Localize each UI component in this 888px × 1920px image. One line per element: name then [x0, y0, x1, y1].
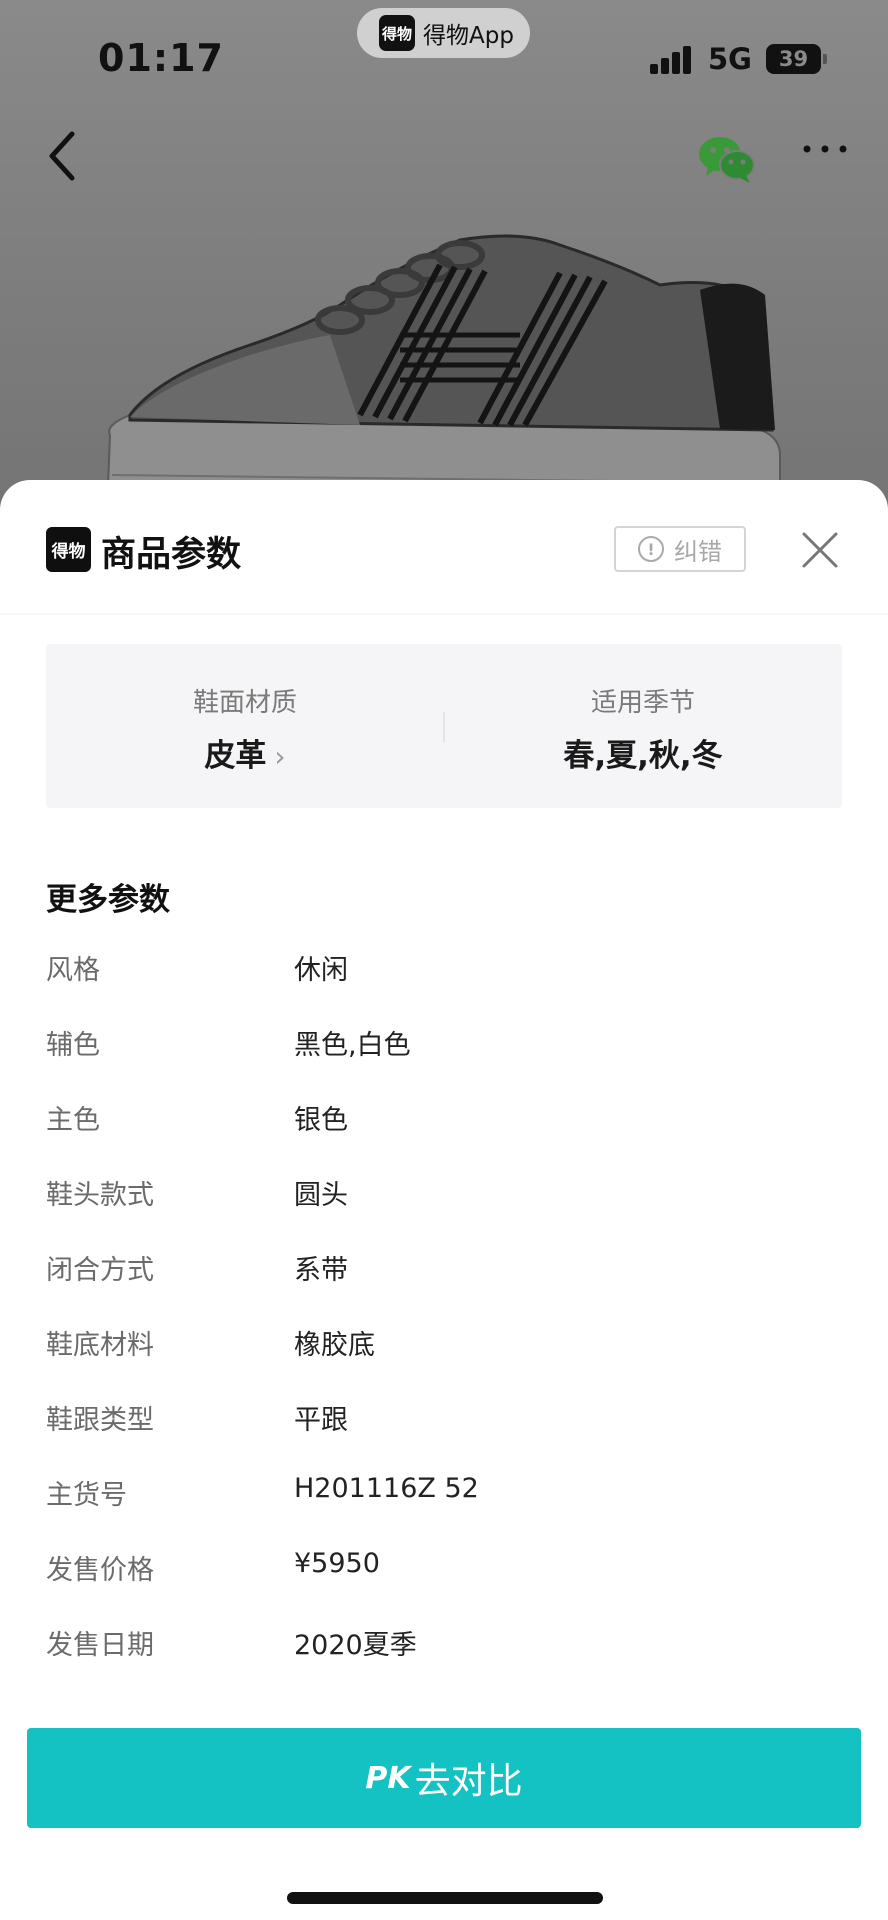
- more-params-title: 更多参数: [46, 882, 170, 918]
- status-bar: 01:17 得物 得物App 5G 39: [0, 0, 888, 110]
- chevron-left-icon: [49, 131, 75, 181]
- param-row: 闭合方式 系带: [46, 1238, 842, 1313]
- key-params-panel: 鞋面材质 皮革 › 适用季节 春,夏,秋,冬: [46, 644, 842, 808]
- param-row: 主色 银色: [46, 1088, 842, 1163]
- dewu-logo-icon: 得物: [46, 527, 91, 572]
- param-key: 鞋头款式: [46, 1180, 154, 1211]
- close-button[interactable]: [800, 530, 840, 570]
- app-indicator-pill[interactable]: 得物 得物App: [357, 8, 530, 58]
- more-dots-icon: [803, 145, 847, 153]
- chevron-right-icon: ›: [274, 740, 286, 773]
- param-row: 鞋底材料 橡胶底: [46, 1313, 842, 1388]
- product-shoe-image: [106, 234, 781, 511]
- param-row: 风格 休闲: [46, 938, 842, 1013]
- sheet-title: 商品参数: [101, 535, 242, 575]
- compare-label: 去对比: [414, 1761, 523, 1802]
- param-value: 平跟: [294, 1405, 348, 1436]
- battery-level: 39: [778, 47, 809, 71]
- param-row: 发售价格 ¥5950: [46, 1538, 842, 1613]
- param-key: 发售日期: [46, 1630, 154, 1661]
- key-param-upper-material[interactable]: 鞋面材质 皮革 ›: [46, 644, 444, 808]
- param-row: 发售日期 2020夏季: [46, 1613, 842, 1688]
- param-value: 2020夏季: [294, 1630, 417, 1661]
- wechat-icon: [699, 137, 755, 183]
- param-value: 系带: [294, 1255, 348, 1286]
- product-image-area: 01:17 得物 得物App 5G 39: [0, 0, 888, 520]
- param-value: H201116Z 52: [294, 1473, 479, 1504]
- app-name: 得物App: [423, 23, 514, 49]
- key-param-value: 春,夏,秋,冬: [563, 738, 723, 774]
- status-time: 01:17: [98, 36, 224, 80]
- more-options-button[interactable]: [800, 136, 850, 176]
- param-value: 黑色,白色: [294, 1030, 411, 1061]
- battery-icon: 39: [766, 44, 827, 74]
- param-value: ¥5950: [294, 1548, 380, 1579]
- param-key: 主色: [46, 1105, 100, 1136]
- param-key: 鞋跟类型: [46, 1405, 154, 1436]
- home-indicator[interactable]: [287, 1892, 603, 1904]
- close-icon: [802, 532, 838, 568]
- report-error-label: 纠错: [674, 537, 722, 566]
- app-logo-icon: 得物: [379, 15, 415, 51]
- pk-label: PK: [365, 1760, 411, 1796]
- pk-compare-button[interactable]: PK 去对比: [27, 1728, 861, 1828]
- param-value: 圆头: [294, 1180, 348, 1211]
- back-button[interactable]: [40, 126, 90, 186]
- param-row: 主货号 H201116Z 52: [46, 1463, 842, 1538]
- param-key: 鞋底材料: [46, 1330, 154, 1361]
- product-params-sheet: 得物 商品参数 ! 纠错 鞋面材质 皮革 › 适用季节 春,夏,秋,冬 更多参数 …: [0, 480, 888, 1920]
- param-key: 发售价格: [46, 1555, 154, 1586]
- key-param-label: 适用季节: [590, 688, 695, 718]
- key-param-season: 适用季节 春,夏,秋,冬: [444, 644, 842, 808]
- signal-icon: [650, 44, 694, 74]
- param-key: 闭合方式: [46, 1255, 154, 1286]
- param-value: 橡胶底: [294, 1330, 375, 1361]
- param-value: 银色: [294, 1105, 348, 1136]
- param-row: 鞋头款式 圆头: [46, 1163, 842, 1238]
- param-row: 辅色 黑色,白色: [46, 1013, 842, 1088]
- sheet-header: 得物 商品参数 ! 纠错: [0, 480, 888, 615]
- param-key: 主货号: [46, 1480, 127, 1511]
- param-value: 休闲: [294, 955, 348, 986]
- param-key: 风格: [46, 955, 100, 986]
- header-divider: [0, 613, 888, 615]
- param-row: 鞋跟类型 平跟: [46, 1388, 842, 1463]
- report-error-button[interactable]: ! 纠错: [614, 526, 746, 572]
- key-param-value-text: 皮革: [204, 738, 267, 774]
- key-param-value: 皮革 ›: [46, 730, 444, 775]
- exclamation-circle-icon: !: [638, 536, 664, 562]
- network-type: 5G: [708, 42, 752, 76]
- key-param-label: 鞋面材质: [192, 688, 297, 718]
- params-list: 风格 休闲辅色 黑色,白色主色 银色鞋头款式 圆头闭合方式 系带鞋底材料 橡胶底鞋跟类型 平跟…: [46, 938, 842, 1688]
- wechat-share-button[interactable]: [698, 134, 756, 184]
- param-key: 辅色: [46, 1030, 100, 1061]
